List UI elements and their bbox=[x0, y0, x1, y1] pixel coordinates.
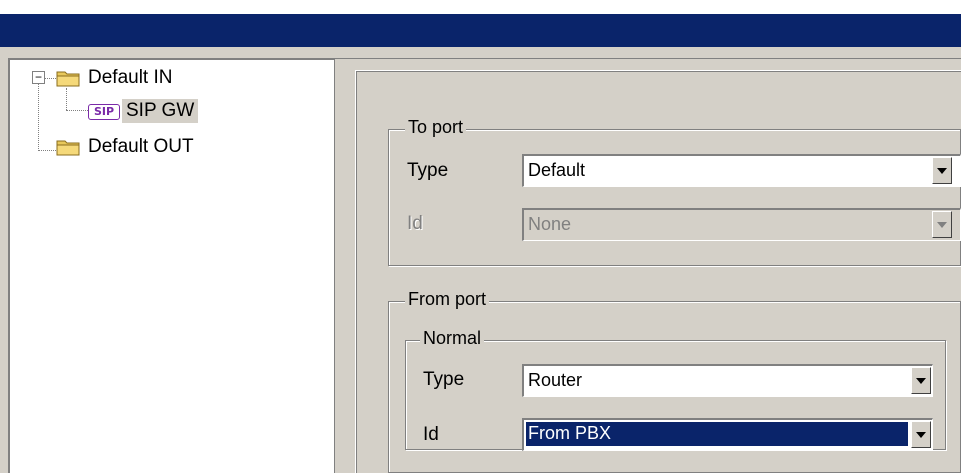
to-port-id-label: Id bbox=[407, 213, 423, 234]
to-port-group: To port bbox=[388, 117, 961, 266]
dropdown-button[interactable] bbox=[911, 367, 931, 394]
dropdown-button[interactable] bbox=[932, 211, 952, 238]
chevron-down-icon bbox=[916, 432, 926, 438]
dropdown-button[interactable] bbox=[911, 421, 931, 448]
chevron-down-icon bbox=[937, 222, 947, 228]
to-port-type-label: Type bbox=[407, 160, 449, 181]
to-port-id-value: None bbox=[528, 214, 572, 234]
to-port-type-select[interactable]: Default bbox=[522, 154, 961, 187]
tree-item-label: SIP GW bbox=[122, 99, 199, 123]
to-port-type-value: Default bbox=[528, 160, 586, 180]
from-port-type-label: Type bbox=[423, 369, 465, 390]
normal-title: Normal bbox=[420, 328, 485, 349]
sip-icon: SIP bbox=[88, 104, 120, 120]
tree-item-label: Default OUT bbox=[88, 136, 194, 157]
to-port-id-select[interactable]: None bbox=[522, 208, 961, 241]
tree-item-default-in[interactable]: Default IN bbox=[56, 65, 176, 91]
tree-item-label: Default IN bbox=[88, 67, 173, 88]
from-port-type-value: Router bbox=[528, 370, 583, 390]
from-port-id-value: From PBX bbox=[526, 422, 908, 446]
chevron-down-icon bbox=[937, 168, 947, 174]
tree-item-default-out[interactable]: Default OUT bbox=[56, 134, 198, 160]
collapse-toggle[interactable]: − bbox=[32, 71, 45, 84]
dropdown-button[interactable] bbox=[932, 157, 952, 184]
tree-connector bbox=[38, 150, 58, 151]
from-port-type-select[interactable]: Router bbox=[522, 364, 933, 397]
folder-icon bbox=[56, 71, 80, 87]
title-bar[interactable] bbox=[0, 14, 961, 47]
tree-item-sip-gw[interactable]: SIP SIP GW bbox=[88, 98, 199, 124]
folder-icon bbox=[56, 140, 80, 156]
to-port-title: To port bbox=[405, 117, 467, 138]
chevron-down-icon bbox=[916, 378, 926, 384]
from-port-title: From port bbox=[405, 289, 490, 310]
tree-view[interactable]: − Default IN SIP SIP GW Default OUT bbox=[8, 58, 355, 473]
tree-connector bbox=[66, 88, 67, 110]
tree-connector bbox=[66, 110, 88, 111]
tree-connector bbox=[38, 83, 39, 151]
from-port-id-label: Id bbox=[423, 424, 439, 445]
from-port-id-select[interactable]: From PBX bbox=[522, 418, 933, 451]
